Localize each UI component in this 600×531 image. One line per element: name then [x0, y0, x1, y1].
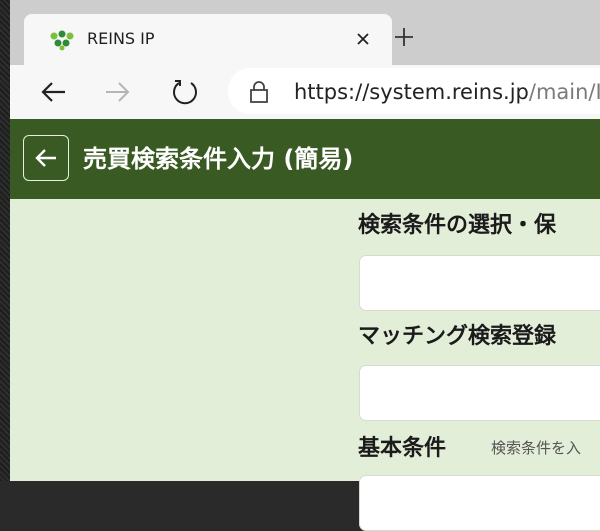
tab-title: REINS IP: [87, 29, 155, 48]
basic-conditions-heading: 基本条件: [358, 436, 447, 461]
page-title: 売買検索条件入力 (簡易): [83, 145, 354, 173]
browser-tabstrip: REINS IP: [10, 0, 600, 65]
lock-icon: [248, 80, 270, 104]
reins-favicon-icon: [48, 29, 76, 51]
address-bar[interactable]: https://system.reins.jp/main/I: [228, 68, 600, 114]
basic-conditions-hint: 検索条件を入: [491, 439, 582, 457]
desktop-edge: [0, 0, 10, 481]
browser-toolbar: https://system.reins.jp/main/I: [10, 65, 600, 119]
reload-icon[interactable]: [167, 74, 203, 110]
matching-search-heading: マッチング検索登録: [358, 324, 557, 349]
forward-arrow-icon[interactable]: [100, 74, 136, 110]
url-path: /main/I: [528, 80, 600, 104]
url-host: https://system.reins.jp: [294, 80, 529, 104]
close-tab-icon[interactable]: [349, 25, 377, 53]
back-button[interactable]: [23, 135, 69, 181]
url-text: https://system.reins.jp/main/I: [294, 78, 600, 106]
basic-conditions-field[interactable]: [359, 475, 600, 531]
browser-tab[interactable]: REINS IP: [24, 14, 392, 65]
back-arrow-icon[interactable]: [35, 74, 71, 110]
condition-select-heading: 検索条件の選択・保: [358, 213, 557, 238]
back-arrow-icon: [35, 149, 56, 167]
new-tab-plus-icon[interactable]: [390, 23, 418, 51]
matching-search-field[interactable]: [359, 365, 600, 421]
condition-select-field[interactable]: [359, 255, 600, 311]
page-header: 売買検索条件入力 (簡易): [10, 119, 600, 199]
page-content: 売買検索条件入力 (簡易) 検索条件の選択・保 マッチング検索登録 基本条件 検…: [10, 119, 600, 531]
